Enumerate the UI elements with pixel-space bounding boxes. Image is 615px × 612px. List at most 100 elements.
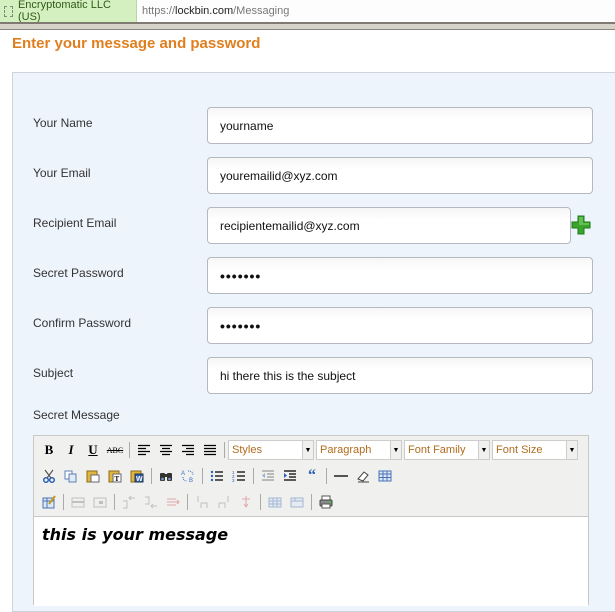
svg-text:W: W <box>136 476 143 483</box>
align-justify-button[interactable] <box>199 440 221 460</box>
plus-icon <box>571 215 591 235</box>
numbered-list-button[interactable]: 123 <box>228 466 250 486</box>
font-size-select[interactable]: Font Size ▼ <box>492 440 578 460</box>
insert-row-after-icon <box>145 496 157 509</box>
align-right-icon <box>182 444 194 456</box>
indent-button[interactable] <box>279 466 301 486</box>
paste-button[interactable] <box>82 466 104 486</box>
add-recipient-button[interactable] <box>571 215 591 235</box>
toolbar-separator <box>187 494 188 510</box>
cell-props-button[interactable] <box>89 492 111 512</box>
font-size-select-value: Font Size <box>496 444 543 456</box>
table-icon <box>378 470 392 482</box>
insert-row-before-icon <box>123 495 135 509</box>
secret-password-input[interactable]: ••••••• <box>207 257 593 294</box>
insert-table-button[interactable] <box>374 466 396 486</box>
toolbar-separator <box>326 468 327 484</box>
svg-text:A: A <box>181 471 185 477</box>
delete-row-button[interactable] <box>162 492 184 512</box>
toolbar-separator <box>151 468 152 484</box>
align-left-button[interactable] <box>133 440 155 460</box>
recipient-email-label: Recipient Email <box>33 216 117 230</box>
confirm-password-input[interactable]: ••••••• <box>207 307 593 344</box>
svg-text:3: 3 <box>232 478 235 483</box>
horizontal-rule-button[interactable] <box>330 466 352 486</box>
underline-button[interactable]: U <box>82 440 104 460</box>
url-text[interactable]: https://lockbin.com/Messaging <box>137 5 289 17</box>
editor-toolbar-row-1: B I U ABC Styles ▼ Paragraph ▼ Font Family… <box>38 439 580 461</box>
bold-button[interactable]: B <box>38 440 60 460</box>
cell-props-icon <box>93 497 107 508</box>
chevron-down-icon: ▼ <box>566 441 577 459</box>
indent-icon <box>284 470 296 481</box>
cut-icon <box>42 469 56 483</box>
your-name-input[interactable]: yourname <box>207 107 593 144</box>
strikethrough-button[interactable]: ABC <box>104 440 126 460</box>
split-cells-button[interactable] <box>264 492 286 512</box>
align-justify-icon <box>204 444 216 456</box>
replace-button[interactable]: AB <box>177 466 199 486</box>
find-button[interactable] <box>155 466 177 486</box>
styles-select-value: Styles <box>232 444 262 456</box>
insert-row-before-button[interactable] <box>118 492 140 512</box>
cut-button[interactable] <box>38 466 60 486</box>
address-bar[interactable]: Encryptomatic LLC (US) https://lockbin.c… <box>0 0 615 23</box>
paragraph-select-value: Paragraph <box>320 444 372 456</box>
your-name-label: Your Name <box>33 116 93 130</box>
paste-icon <box>86 470 100 483</box>
merge-cells-button[interactable] <box>286 492 308 512</box>
find-icon <box>160 473 172 481</box>
outdent-icon <box>262 470 274 481</box>
bullet-list-button[interactable] <box>206 466 228 486</box>
confirm-password-mask: ••••••• <box>220 317 262 334</box>
remove-format-button[interactable] <box>352 466 374 486</box>
toolbar-separator <box>129 442 130 458</box>
svg-text:T: T <box>115 475 120 483</box>
align-center-button[interactable] <box>155 440 177 460</box>
toolbar-separator <box>253 468 254 484</box>
insert-row-after-button[interactable] <box>140 492 162 512</box>
copy-button[interactable] <box>60 466 82 486</box>
certificate-badge[interactable]: Encryptomatic LLC (US) <box>0 0 137 23</box>
styles-select[interactable]: Styles ▼ <box>228 440 314 460</box>
blockquote-icon: “ <box>308 467 316 484</box>
toolbar-separator <box>260 494 261 510</box>
insert-col-before-button[interactable] <box>191 492 213 512</box>
editor-toolbar-row-2: T W AB 123 “ <box>38 465 396 487</box>
toolbar-separator <box>202 468 203 484</box>
editor-toolbar-row-3 <box>38 491 337 513</box>
blockquote-button[interactable]: “ <box>301 466 323 486</box>
your-email-input[interactable]: youremailid@xyz.com <box>207 157 593 194</box>
paste-text-button[interactable]: T <box>104 466 126 486</box>
merge-cells-icon <box>290 497 304 508</box>
insert-col-after-icon <box>218 496 229 508</box>
paragraph-select[interactable]: Paragraph ▼ <box>316 440 402 460</box>
url-host: lockbin.com <box>175 5 234 17</box>
paste-text-icon: T <box>108 470 122 483</box>
align-left-icon <box>138 444 150 456</box>
your-email-label: Your Email <box>33 166 91 180</box>
align-right-button[interactable] <box>177 440 199 460</box>
row-props-button[interactable] <box>67 492 89 512</box>
delete-col-button[interactable] <box>235 492 257 512</box>
toolbar-divider <box>0 22 615 30</box>
toolbar-separator <box>114 494 115 510</box>
italic-button[interactable]: I <box>60 440 82 460</box>
insert-col-before-icon <box>197 496 208 508</box>
message-content-area[interactable]: this is your message <box>34 516 588 606</box>
print-button[interactable] <box>315 492 337 512</box>
font-family-select-value: Font Family <box>408 444 466 456</box>
font-family-select[interactable]: Font Family ▼ <box>404 440 490 460</box>
insert-col-after-button[interactable] <box>213 492 235 512</box>
toolbar-separator <box>224 442 225 458</box>
chevron-down-icon: ▼ <box>390 441 401 459</box>
eraser-icon <box>357 471 369 483</box>
delete-row-icon <box>167 498 180 506</box>
recipient-email-input[interactable]: recipientemailid@xyz.com <box>207 207 571 244</box>
paste-word-button[interactable]: W <box>126 466 148 486</box>
subject-input[interactable]: hi there this is the subject <box>207 357 593 394</box>
url-path: /Messaging <box>233 5 290 17</box>
table-props-button[interactable] <box>38 492 60 512</box>
outdent-button[interactable] <box>257 466 279 486</box>
subject-label: Subject <box>33 366 74 380</box>
